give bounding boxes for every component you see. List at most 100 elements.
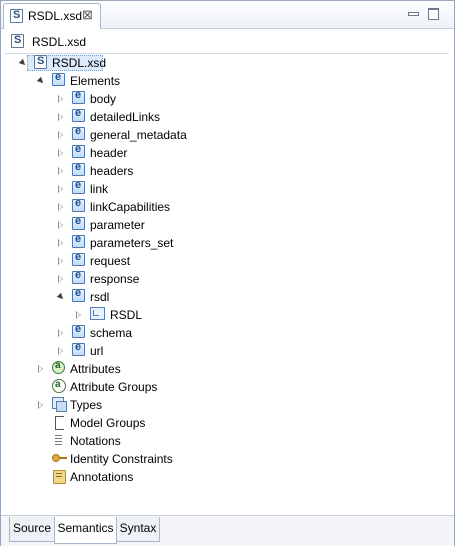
- editor-window: RSDL.xsd ⊠ RSDL.xsd RSDL.xsd Elements body…: [0, 0, 455, 546]
- close-icon[interactable]: ⊠: [82, 7, 93, 23]
- tree-item-element-headers[interactable]: headers: [1, 161, 451, 180]
- element-icon: [72, 125, 85, 140]
- tab-semantics[interactable]: Semantics: [54, 517, 117, 544]
- tree-item-label: headers: [90, 164, 134, 178]
- tree-item-label: rsdl: [90, 290, 110, 304]
- element-icon: [72, 143, 85, 158]
- types-icon: [52, 397, 67, 412]
- tree-item-element-parameters_set[interactable]: parameters_set: [1, 233, 451, 252]
- tree-item-label: header: [90, 146, 128, 160]
- tree-item-annotations[interactable]: Annotations: [1, 468, 451, 486]
- schema-icon: [34, 55, 47, 69]
- tree-item-attribute-groups[interactable]: Attribute Groups: [1, 378, 451, 396]
- tree-item-label: Annotations: [70, 470, 134, 484]
- collapsed-arrow-icon[interactable]: [58, 95, 63, 103]
- maximize-button[interactable]: [428, 8, 440, 20]
- tree-item-notations[interactable]: Notations: [1, 432, 451, 450]
- collapsed-arrow-icon[interactable]: [58, 239, 63, 247]
- collapsed-arrow-icon[interactable]: [58, 221, 63, 229]
- tree-item-label: Attributes: [70, 362, 121, 376]
- tree-item-element-request[interactable]: request: [1, 251, 451, 270]
- collapsed-arrow-icon[interactable]: [38, 365, 43, 373]
- tab-label: Source: [12, 521, 52, 535]
- tab-source[interactable]: Source: [9, 517, 55, 542]
- collapsed-arrow-icon[interactable]: [58, 203, 63, 211]
- element-icon: [72, 269, 85, 284]
- element-icon: [72, 341, 85, 356]
- expanded-arrow-icon[interactable]: [36, 76, 46, 86]
- collapsed-arrow-icon[interactable]: [58, 347, 63, 355]
- collapsed-arrow-icon[interactable]: [58, 329, 63, 337]
- editor-tab-label: RSDL.xsd: [28, 9, 83, 23]
- tree-item-element-body[interactable]: body: [1, 89, 451, 108]
- tree-item-label: Notations: [70, 434, 121, 448]
- tree-item-element-header[interactable]: header: [1, 143, 451, 162]
- element-icon: [72, 179, 85, 194]
- tab-syntax[interactable]: Syntax: [116, 517, 160, 542]
- complex-type-icon: [90, 307, 105, 320]
- annotation-icon: [52, 469, 66, 484]
- schema-icon: [10, 9, 23, 23]
- tree-item-label: url: [90, 344, 104, 358]
- tree-item-label: linkCapabilities: [90, 200, 171, 214]
- tree-item-label: RSDL.xsd: [52, 56, 107, 70]
- editor-tab-rsdl-xsd[interactable]: RSDL.xsd ⊠: [3, 3, 101, 29]
- collapsed-arrow-icon[interactable]: [58, 149, 63, 157]
- tree-item-rsdl-type[interactable]: RSDL: [1, 306, 451, 324]
- tree-item-label: general_metadata: [90, 128, 187, 142]
- tree-item-label: request: [90, 254, 131, 268]
- minimize-button[interactable]: [407, 8, 419, 20]
- tree-item-identity-constraints[interactable]: Identity Constraints: [1, 450, 451, 468]
- tree-item-label: parameters_set: [90, 236, 174, 250]
- tree-item-element-linkCapabilities[interactable]: linkCapabilities: [1, 197, 451, 216]
- tree-item-label: schema: [90, 326, 133, 340]
- expanded-arrow-icon[interactable]: [56, 292, 66, 302]
- model-group-icon: [52, 415, 66, 430]
- tree-item-label: response: [90, 272, 140, 286]
- element-icon: [72, 215, 85, 230]
- header-title: RSDL.xsd: [32, 35, 87, 49]
- element-icon: [72, 107, 85, 122]
- tree-item-label: body: [90, 92, 117, 106]
- collapsed-arrow-icon[interactable]: [76, 311, 81, 319]
- tree-item-element-response[interactable]: response: [1, 269, 451, 288]
- tree-item-element-parameter[interactable]: parameter: [1, 215, 451, 234]
- element-icon: [72, 233, 85, 248]
- collapsed-arrow-icon[interactable]: [58, 131, 63, 139]
- collapsed-arrow-icon[interactable]: [58, 167, 63, 175]
- tree-item-elements[interactable]: Elements: [1, 71, 451, 90]
- tree-item-label: link: [90, 182, 109, 196]
- element-icon: [52, 71, 65, 86]
- attribute-icon: [52, 360, 65, 374]
- tree-item-label: Types: [70, 398, 103, 412]
- tree-item-element-general_metadata[interactable]: general_metadata: [1, 125, 451, 144]
- tree-item-types[interactable]: Types: [1, 396, 451, 414]
- element-icon: [72, 251, 85, 266]
- tree-item-element-detailedLinks[interactable]: detailedLinks: [1, 107, 451, 126]
- collapsed-arrow-icon[interactable]: [58, 113, 63, 121]
- element-icon: [72, 197, 85, 212]
- tree-item-label: Model Groups: [70, 416, 146, 430]
- tree-item-label: detailedLinks: [90, 110, 161, 124]
- collapsed-arrow-icon[interactable]: [58, 275, 63, 283]
- tree-item-element-rsdl[interactable]: rsdl: [1, 287, 451, 306]
- tree-item-label: parameter: [90, 218, 145, 232]
- collapsed-arrow-icon[interactable]: [58, 257, 63, 265]
- element-icon: [72, 287, 85, 302]
- tree-item-label: RSDL: [110, 308, 143, 322]
- collapsed-arrow-icon[interactable]: [38, 401, 43, 409]
- tab-label: Syntax: [119, 521, 157, 535]
- collapsed-arrow-icon[interactable]: [58, 185, 63, 193]
- tree-item-element-schema[interactable]: schema: [1, 323, 451, 342]
- element-icon: [72, 323, 85, 338]
- schema-icon: [11, 34, 24, 48]
- expanded-arrow-icon[interactable]: [18, 58, 28, 68]
- tree-item-element-link[interactable]: link: [1, 179, 451, 198]
- tree-item-root[interactable]: RSDL.xsd: [1, 54, 451, 72]
- tree-item-model-groups[interactable]: Model Groups: [1, 414, 451, 432]
- tree-item-element-url[interactable]: url: [1, 341, 451, 360]
- tree-item-attributes[interactable]: Attributes: [1, 360, 451, 378]
- attribute-group-icon: [52, 379, 66, 393]
- editor-tab-bar: RSDL.xsd ⊠: [1, 1, 454, 29]
- element-icon: [72, 89, 85, 104]
